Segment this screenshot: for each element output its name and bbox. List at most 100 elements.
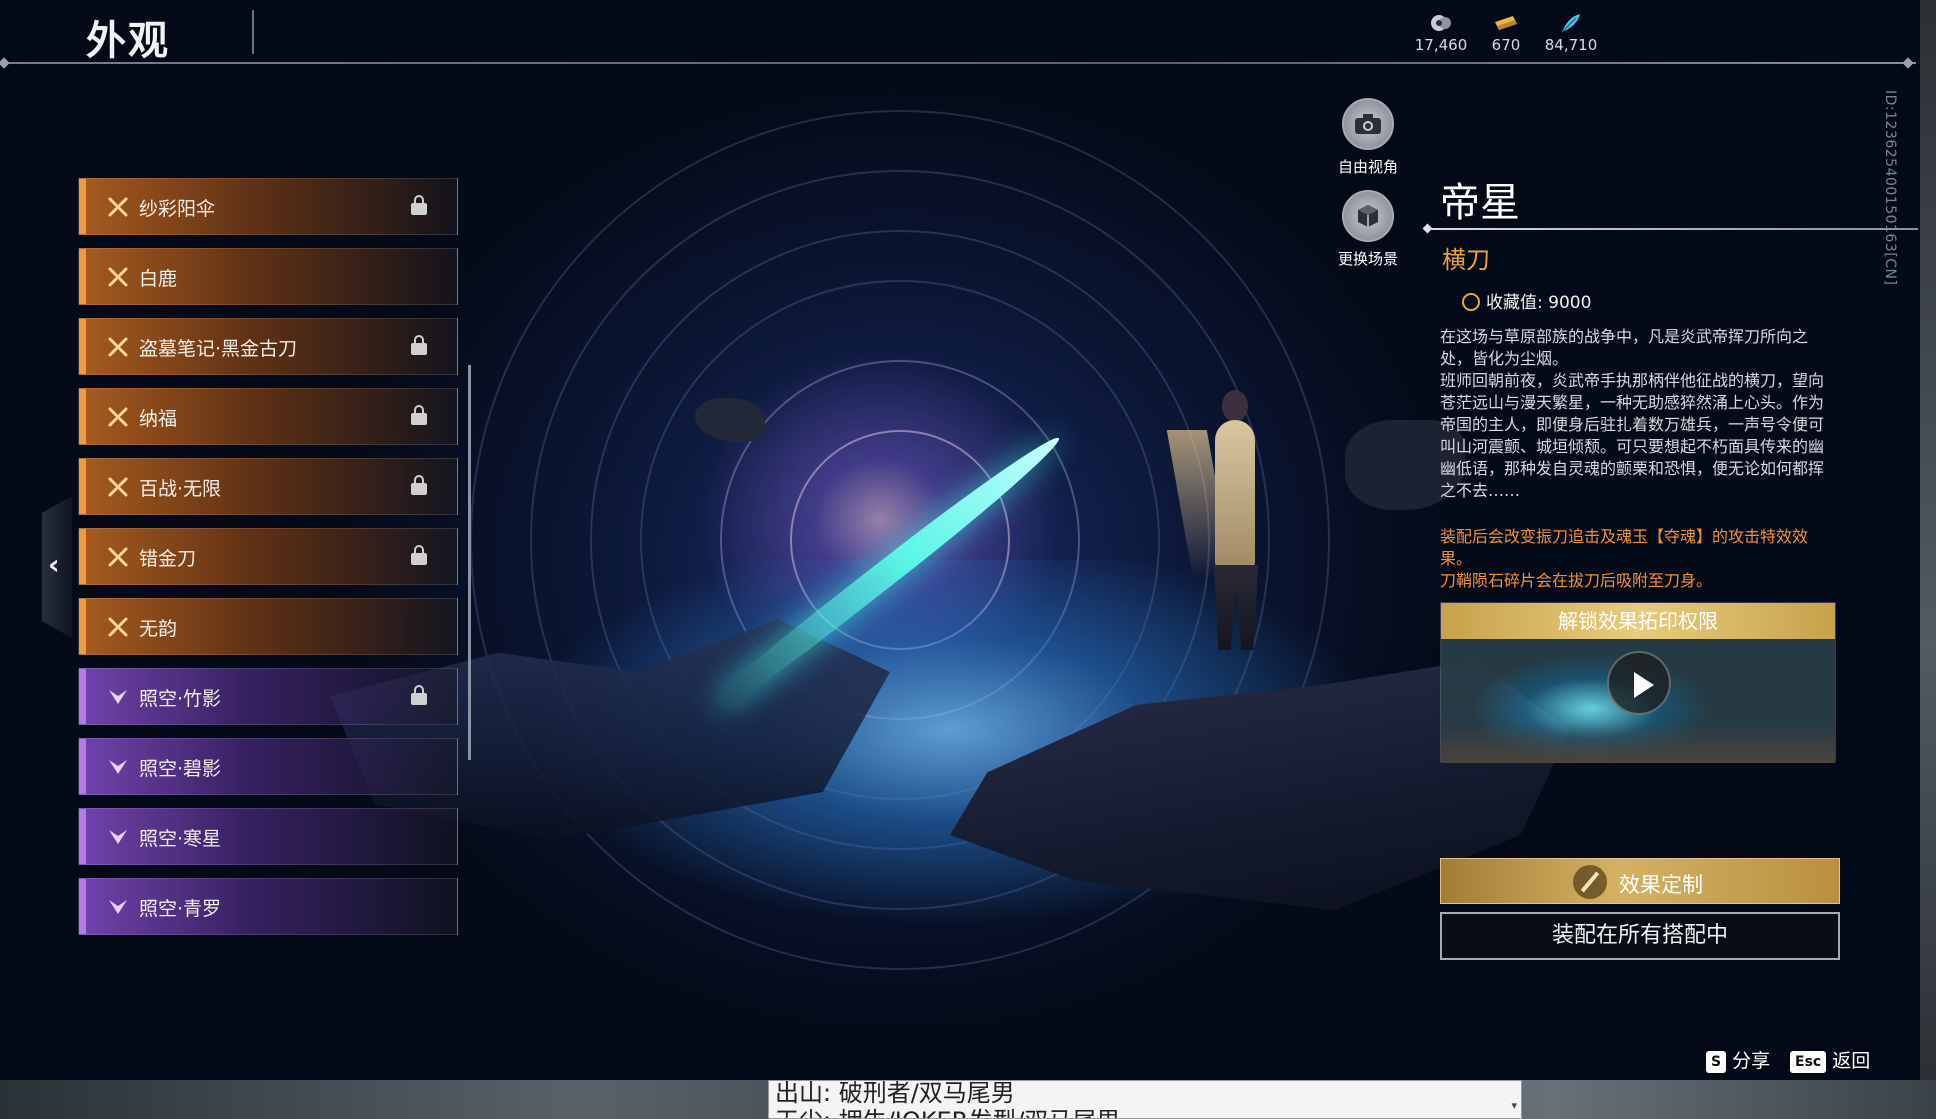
divider: [252, 10, 254, 54]
top-bar: 外观 17,460 670 84,710: [0, 0, 1920, 69]
lock-icon: [411, 545, 427, 565]
skin-name: 错金刀: [139, 548, 197, 570]
desktop-background: [1920, 0, 1936, 1080]
skin-list-item[interactable]: 照空·竹影: [78, 668, 458, 725]
rarity-edge: [79, 179, 86, 234]
rarity-edge: [79, 529, 86, 584]
rarity-edge: [79, 319, 86, 374]
skin-name: 无韵: [139, 618, 178, 640]
skin-name: 白鹿: [139, 268, 178, 290]
effect-preview-video[interactable]: [1441, 639, 1835, 763]
equip-all-button[interactable]: 装配在所有搭配中: [1440, 912, 1840, 960]
currency-value: 670: [1491, 36, 1521, 54]
skin-list-item[interactable]: 盗墓笔记·黑金古刀: [78, 318, 458, 375]
back-label: 返回: [1832, 1050, 1871, 1072]
skin-list-item[interactable]: 照空·青罗: [78, 878, 458, 935]
legendary-rarity-icon: [108, 617, 128, 637]
moon-token-icon: [1431, 15, 1451, 31]
customize-effect-label: 效果定制: [1619, 873, 1703, 897]
chevron-down-icon[interactable]: ▾: [1511, 1099, 1517, 1112]
gold-ticket-icon: [1495, 16, 1517, 30]
legendary-rarity-icon: [108, 547, 128, 567]
rarity-edge: [79, 459, 86, 514]
skin-list-item[interactable]: 照空·寒星: [78, 808, 458, 865]
rarity-edge: [79, 389, 86, 444]
skin-name: 照空·寒星: [139, 828, 222, 850]
skin-description: 在这场与草原部族的战争中，凡是炎武帝挥刀所向之处，皆化为尘烟。 班师回朝前夜，炎…: [1440, 327, 1825, 500]
change-scene-label: 更换场景: [1337, 250, 1398, 268]
effect-note: 装配后会改变振刀追击及魂玉【夺魂】的攻击特效效果。 刀鞘陨石碎片会在拔刀后吸附至…: [1440, 527, 1809, 590]
skin-name: 纱彩阳伞: [139, 198, 216, 220]
rarity-edge: [79, 879, 86, 934]
epic-rarity-icon: [109, 690, 127, 704]
skin-list-item[interactable]: 白鹿: [78, 248, 458, 305]
key-s: S: [1706, 1051, 1727, 1073]
skin-list-item[interactable]: 照空·碧影: [78, 738, 458, 795]
external-text-box[interactable]: 出山: 破刑者/双马尾男 天尘: 拥牛/JOKER发型/双马尾男 ▾: [768, 1080, 1522, 1119]
chevron-left-icon: ‹: [48, 548, 60, 581]
currency-moon-token: 17,460: [1406, 12, 1476, 54]
legendary-rarity-icon: [108, 267, 128, 287]
lock-icon: [411, 335, 427, 355]
play-icon[interactable]: [1607, 651, 1671, 715]
player-id: ID:1236254001501​63[CN]: [1882, 90, 1898, 286]
legendary-rarity-icon: [108, 197, 128, 217]
text-line: 天尘: 拥牛/JOKER发型/双马尾男: [775, 1101, 1120, 1118]
skin-name: 照空·碧影: [139, 758, 222, 780]
skin-list: 纱彩阳伞白鹿盗墓笔记·黑金古刀 纳福百战·无限错金刀无韵照空·竹影照空·碧影照空·…: [78, 178, 458, 955]
feather-token-icon: [1561, 14, 1580, 33]
currency-value: 84,710: [1544, 36, 1598, 54]
lock-icon: [411, 475, 427, 495]
skin-name: 百战·无限: [139, 478, 222, 500]
skin-list-item[interactable]: 纳福: [78, 388, 458, 445]
legendary-rarity-icon: [108, 337, 128, 357]
change-scene-button[interactable]: 更换场景: [1318, 190, 1418, 269]
skin-name: 盗墓笔记·黑金古刀: [139, 338, 298, 360]
legendary-rarity-icon: [108, 407, 128, 427]
weapon-type: 横刀: [1442, 246, 1490, 274]
rarity-edge: [79, 809, 86, 864]
free-camera-button[interactable]: 自由视角: [1318, 98, 1418, 177]
rarity-edge: [79, 599, 86, 654]
camera-icon: [1342, 98, 1394, 150]
collection-icon: [1462, 293, 1480, 311]
page-title: 外观: [86, 18, 170, 64]
skin-name: 纳福: [139, 408, 178, 430]
currency-feather-token: 84,710: [1536, 12, 1606, 54]
skin-list-item[interactable]: 纱彩阳伞: [78, 178, 458, 235]
lock-icon: [411, 405, 427, 425]
rarity-edge: [79, 739, 86, 794]
collection-value: 收藏值: 9000: [1462, 288, 1591, 313]
collection-value-text: 收藏值: 9000: [1486, 293, 1592, 313]
epic-rarity-icon: [109, 900, 127, 914]
character-model: [1166, 390, 1280, 650]
epic-rarity-icon: [109, 760, 127, 774]
share-hint[interactable]: S 分享: [1706, 1046, 1770, 1073]
scene-cube-icon: [1342, 190, 1394, 242]
skin-list-item[interactable]: 无韵: [78, 598, 458, 655]
epic-rarity-icon: [109, 830, 127, 844]
currency-value: 17,460: [1414, 36, 1468, 54]
share-label: 分享: [1732, 1050, 1771, 1072]
skin-name: 照空·竹影: [139, 688, 222, 710]
customize-effect-button[interactable]: 效果定制: [1440, 858, 1840, 904]
free-camera-label: 自由视角: [1337, 158, 1398, 176]
divider: [1428, 228, 1918, 230]
divider: [4, 62, 1916, 64]
list-scrollbar[interactable]: [468, 365, 471, 760]
collapse-list-button[interactable]: ‹: [42, 496, 72, 638]
currency-gold-ticket: 670: [1471, 12, 1541, 54]
skin-name: 照空·青罗: [139, 898, 222, 920]
skin-title: 帝星: [1440, 180, 1520, 226]
skin-list-item[interactable]: 百战·无限: [78, 458, 458, 515]
unlock-effect-label: 解锁效果拓印权限: [1441, 603, 1835, 639]
unlock-effect-preview[interactable]: 解锁效果拓印权限: [1440, 602, 1836, 763]
rarity-edge: [79, 249, 86, 304]
key-esc: Esc: [1790, 1051, 1827, 1073]
skin-list-item[interactable]: 错金刀: [78, 528, 458, 585]
legendary-rarity-icon: [108, 477, 128, 497]
lock-icon: [411, 685, 427, 705]
rarity-edge: [79, 669, 86, 724]
back-hint[interactable]: Esc 返回: [1790, 1046, 1870, 1073]
lock-icon: [411, 195, 427, 215]
